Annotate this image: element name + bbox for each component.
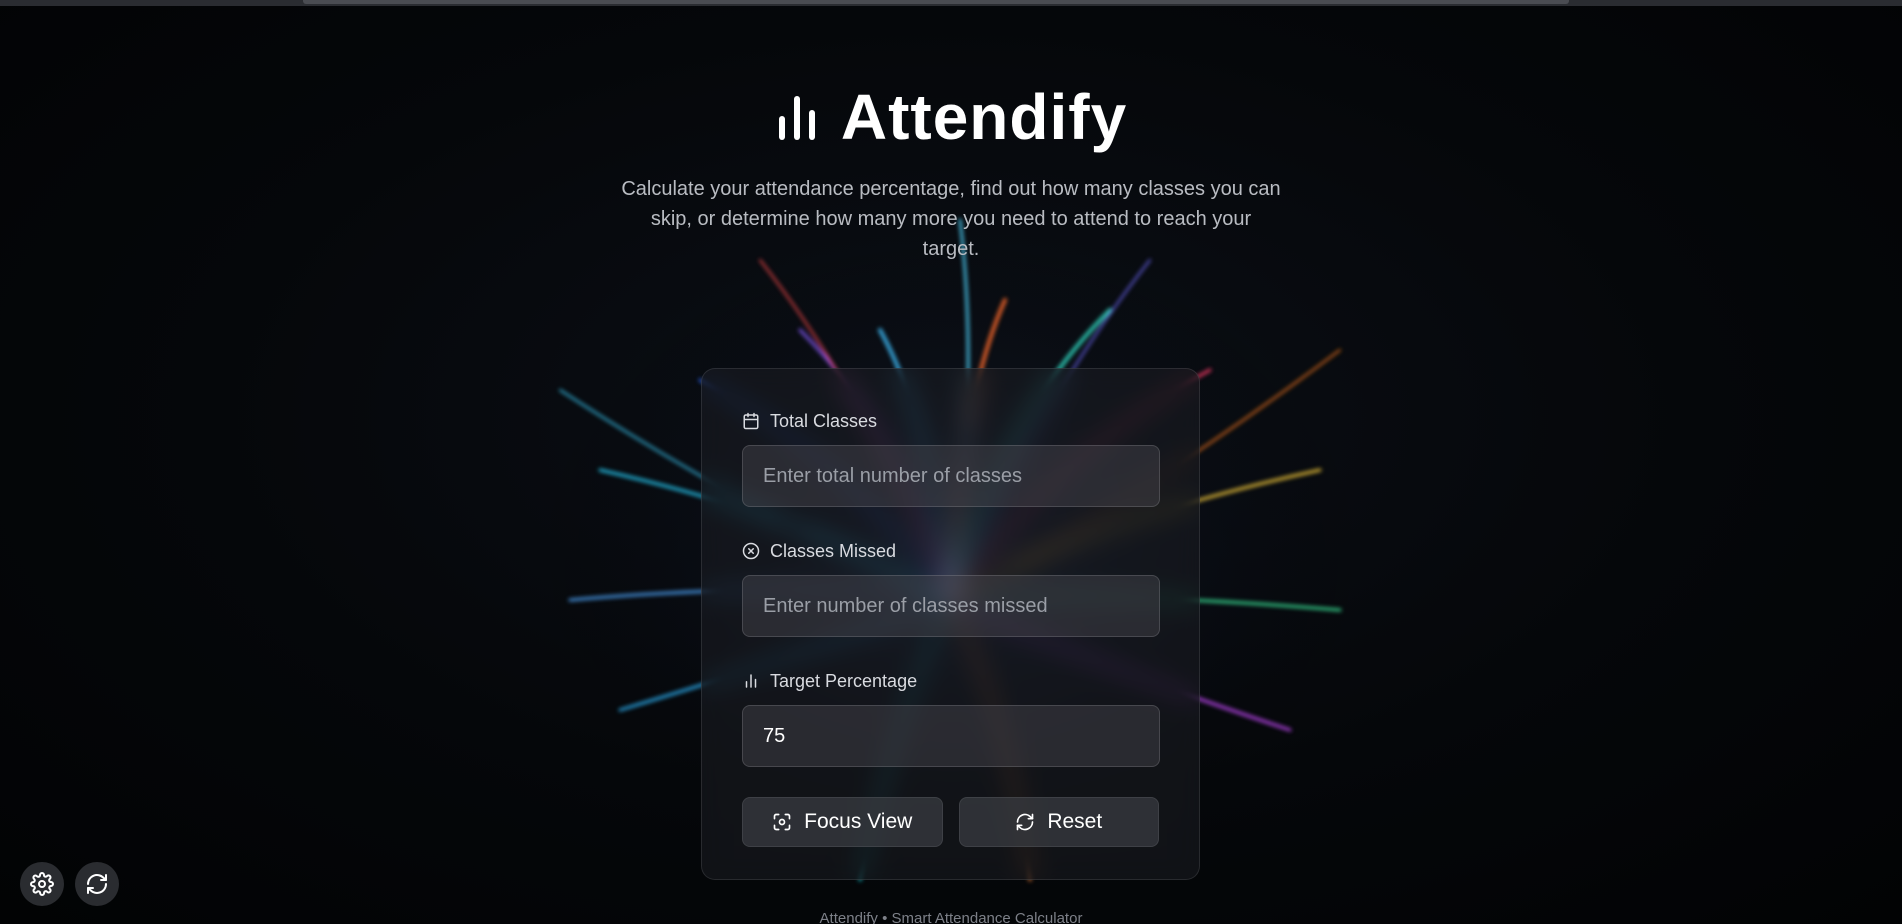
reset-button[interactable]: Reset	[958, 797, 1159, 847]
focus-icon	[773, 813, 791, 831]
bar-chart-icon	[745, 674, 757, 688]
classes-missed-group: Classes Missed	[742, 539, 1160, 637]
total-classes-label: Total Classes	[770, 410, 878, 431]
action-buttons: Focus View Reset	[742, 797, 1159, 847]
reset-label: Reset	[1047, 810, 1103, 833]
settings-button[interactable]	[20, 862, 64, 906]
header: Attendify Calculate your attendance perc…	[0, 80, 1902, 264]
refresh-icon	[1016, 813, 1034, 831]
gear-icon	[30, 872, 54, 896]
calculator-card: Total Classes Classes Missed	[701, 368, 1200, 880]
app-title: Attendify	[840, 81, 1128, 153]
total-classes-group: Total Classes	[742, 409, 1160, 507]
total-classes-input[interactable]	[742, 445, 1160, 507]
classes-missed-label-row: Classes Missed	[742, 539, 1159, 563]
target-percentage-label-row: Target Percentage	[742, 669, 1159, 693]
classes-missed-label: Classes Missed	[770, 540, 897, 561]
calendar-icon	[743, 412, 759, 430]
x-circle-icon	[742, 542, 760, 560]
target-percentage-label: Target Percentage	[770, 670, 918, 691]
target-percentage-input[interactable]	[742, 705, 1160, 767]
footer-text: Attendify • Smart Attendance Calculator	[819, 910, 1083, 924]
refresh-button[interactable]	[75, 862, 119, 906]
classes-missed-input[interactable]	[742, 575, 1160, 637]
bar-chart-icon	[775, 92, 819, 142]
target-percentage-group: Target Percentage	[742, 669, 1160, 767]
focus-view-button[interactable]: Focus View	[742, 797, 943, 847]
page: Attendify Calculate your attendance perc…	[0, 0, 1902, 924]
app-subtitle: Calculate your attendance percentage, fi…	[621, 178, 1281, 260]
refresh-icon	[87, 874, 107, 894]
total-classes-label-row: Total Classes	[742, 409, 1159, 433]
focus-view-label: Focus View	[804, 810, 913, 833]
title-row: Attendify	[775, 80, 1127, 154]
